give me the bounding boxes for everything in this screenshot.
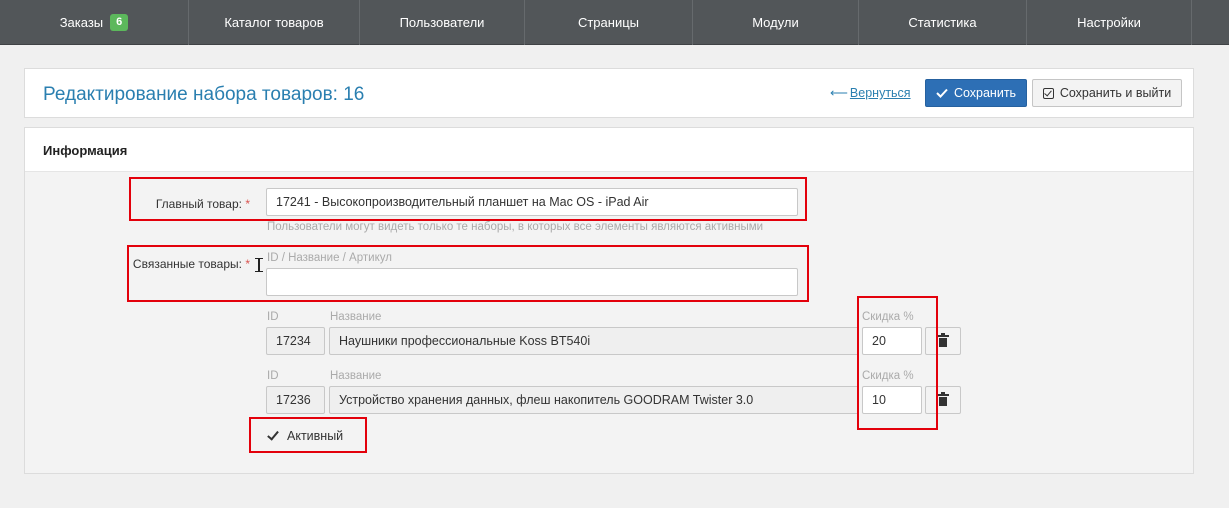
page-header: Редактирование набора товаров: 16 ⟵ Верну… [24,68,1194,118]
visibility-hint: Пользователи могут видеть только те набо… [267,221,764,233]
nav-item-label: Настройки [1077,15,1141,30]
related-item-id: 17236 [266,386,325,414]
save-button-label: Сохранить [953,86,1017,100]
column-name-label: Название [330,311,382,323]
related-item-name: Наушники профессиональные Koss BT540i [329,327,859,355]
nav-item-modules[interactable]: Модули [692,0,858,45]
checkmark-icon [936,88,948,98]
related-item-name-value: Наушники профессиональные Koss BT540i [339,334,591,348]
delete-item-button[interactable] [925,386,961,414]
discount-input[interactable]: 10 [862,386,922,414]
text-cursor-icon [255,258,263,272]
required-mark: * [245,197,250,211]
nav-item-label: Заказы [59,15,104,30]
active-checkbox-label: Активный [287,429,344,443]
section-title: Информация [43,143,128,158]
save-and-exit-label: Сохранить и выйти [1059,86,1172,100]
column-id-label: ID [267,370,279,382]
related-products-label: Связанные товары: * [130,257,250,271]
column-discount-label: Скидка % [862,370,914,382]
nav-item-orders[interactable]: Заказы 6 [0,0,188,45]
nav-item-label: Пользователи [399,15,485,30]
main-product-label: Главный товар: * [140,197,250,211]
nav-item-label: Статистика [908,15,977,30]
nav-divider-end [1191,0,1229,45]
column-discount-label: Скидка % [862,311,914,323]
checkbox-icon [1042,87,1054,99]
related-products-label-text: Связанные товары: [132,257,242,271]
column-id-label: ID [267,311,279,323]
active-checkbox[interactable]: Активный [266,429,343,443]
top-navigation: Заказы 6 Каталог товаров Пользователи Ст… [0,0,1229,45]
orders-count-badge: 6 [110,14,129,31]
trash-icon [937,392,949,406]
nav-item-statistics[interactable]: Статистика [858,0,1026,45]
nav-item-users[interactable]: Пользователи [359,0,524,45]
related-products-search-input[interactable] [266,268,798,296]
checkmark-icon [266,429,280,443]
related-item-id-value: 17236 [276,393,311,407]
trash-icon [937,333,949,347]
save-and-exit-button[interactable]: Сохранить и выйти [1032,79,1182,107]
section-header: Информация [25,128,1193,172]
back-link[interactable]: ⟵ Вернуться [830,85,911,100]
required-mark: * [245,257,250,271]
arrow-left-icon: ⟵ [830,86,848,100]
nav-item-catalog[interactable]: Каталог товаров [188,0,359,45]
page-title: Редактирование набора товаров: 16 [43,84,365,105]
nav-item-label: Модули [752,15,799,30]
nav-item-label: Страницы [577,15,640,30]
delete-item-button[interactable] [925,327,961,355]
related-item-name: Устройство хранения данных, флеш накопит… [329,386,859,414]
related-item-id: 17234 [266,327,325,355]
main-product-value: 17241 - Высокопроизводительный планшет н… [276,195,649,209]
nav-item-pages[interactable]: Страницы [524,0,692,45]
save-button[interactable]: Сохранить [925,79,1027,107]
main-product-label-text: Главный товар: [155,197,242,211]
discount-value: 10 [872,393,886,407]
related-item-name-value: Устройство хранения данных, флеш накопит… [339,393,754,407]
back-link-label: Вернуться [849,86,911,100]
discount-input[interactable]: 20 [862,327,922,355]
nav-item-settings[interactable]: Настройки [1026,0,1191,45]
column-name-label: Название [330,370,382,382]
info-panel: Информация [24,127,1194,474]
related-search-hint: ID / Название / Артикул [267,252,392,264]
related-item-id-value: 17234 [276,334,311,348]
nav-item-label: Каталог товаров [224,15,324,30]
discount-value: 20 [872,334,886,348]
main-product-field[interactable]: 17241 - Высокопроизводительный планшет н… [266,188,798,216]
